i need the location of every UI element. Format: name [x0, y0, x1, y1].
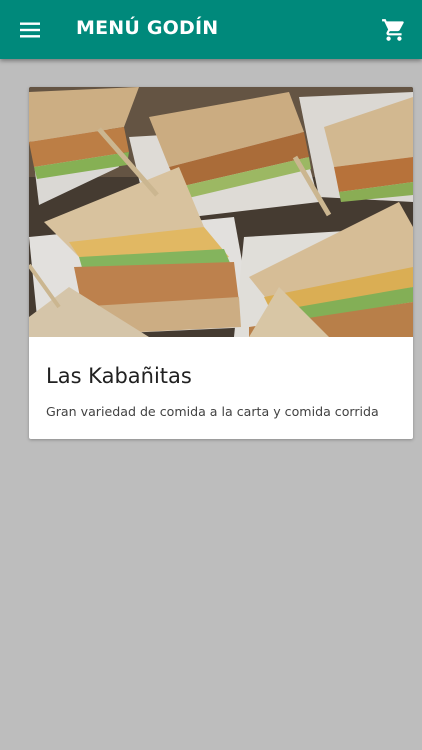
shopping-cart-icon — [382, 19, 404, 41]
hamburger-menu-icon — [20, 22, 40, 38]
restaurant-card[interactable]: Las Kabañitas Gran variedad de comida a … — [29, 87, 413, 439]
cart-button[interactable] — [372, 8, 416, 52]
restaurant-name: Las Kabañitas — [46, 364, 192, 388]
restaurant-description: Gran variedad de comida a la carta y com… — [46, 404, 379, 419]
club-sandwiches-photo — [29, 87, 413, 337]
menu-button[interactable] — [8, 8, 52, 52]
app-title: MENÚ GODÍN — [76, 17, 219, 39]
app-bar: MENÚ GODÍN — [0, 0, 422, 59]
